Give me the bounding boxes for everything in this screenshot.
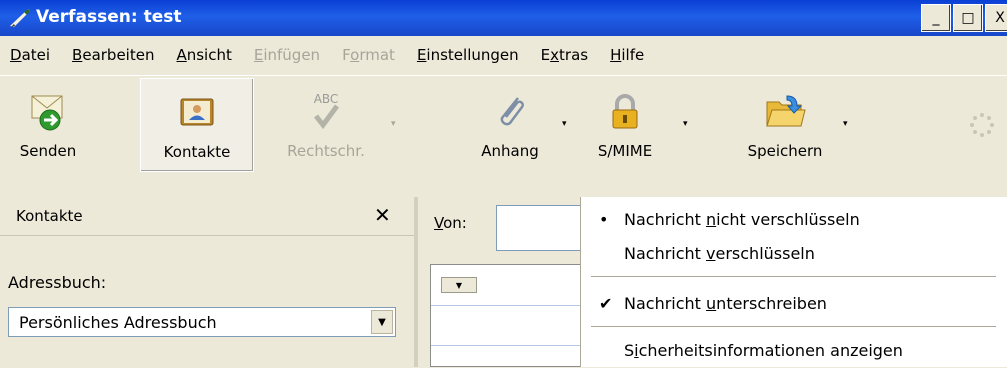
maximize-button[interactable]: □ xyxy=(953,4,983,32)
window-title: Verfassen: test xyxy=(36,7,182,27)
menu-extras[interactable]: Extras xyxy=(530,46,599,64)
title-bar: Verfassen: test _ □ X xyxy=(0,0,1007,36)
svg-text:ABC: ABC xyxy=(314,92,339,106)
menu-datei[interactable]: Datei xyxy=(0,46,61,64)
radio-bullet-icon: • xyxy=(599,210,609,229)
menu-item-label: Sicherheitsinformationen anzeigen xyxy=(624,341,903,360)
sidebar-header: Kontakte ✕ xyxy=(0,197,414,236)
recipient-row-divider xyxy=(431,345,581,346)
smime-button[interactable]: S/MIME xyxy=(578,78,672,170)
toolbar: Senden Kontakte ABC Rechtschr. ▾ Anhang … xyxy=(0,75,1007,196)
paperclip-icon xyxy=(500,97,524,126)
smime-label: S/MIME xyxy=(597,142,653,160)
addressbook-select[interactable]: Persönliches Adressbuch ▼ xyxy=(8,307,396,337)
menu-item-no-encrypt[interactable]: • Nachricht nicht verschlüsseln xyxy=(581,203,1007,237)
address-book-icon xyxy=(180,98,214,126)
menu-bar: Datei Bearbeiten Ansicht Einfügen Format… xyxy=(0,36,1007,74)
folder-icon xyxy=(766,95,806,127)
smime-dropdown-icon[interactable]: ▾ xyxy=(683,119,688,129)
minimize-button[interactable]: _ xyxy=(921,4,951,32)
menu-item-encrypt[interactable]: Nachricht verschlüsseln xyxy=(581,237,1007,271)
menu-ansicht[interactable]: Ansicht xyxy=(165,46,242,64)
addressbook-value: Persönliches Adressbuch xyxy=(19,313,217,332)
contacts-label: Kontakte xyxy=(163,143,231,161)
quill-icon xyxy=(10,9,30,27)
save-label: Speichern xyxy=(747,142,823,160)
chevron-down-icon[interactable]: ▼ xyxy=(371,310,393,334)
recipient-type-dropdown[interactable]: ▼ xyxy=(441,277,477,293)
menu-format[interactable]: Format xyxy=(331,46,406,64)
addressbook-label: Adressbuch: xyxy=(8,273,107,292)
recipient-row-divider xyxy=(431,305,581,306)
menu-hilfe[interactable]: Hilfe xyxy=(599,46,655,64)
checkmark-icon: ✔ xyxy=(599,294,613,313)
recipients-list[interactable]: ▼ xyxy=(430,264,581,367)
contacts-sidebar: Kontakte ✕ Adressbuch: Persönliches Adre… xyxy=(0,197,414,367)
spellcheck-label: Rechtschr. xyxy=(287,142,365,160)
attach-label: Anhang xyxy=(481,142,539,160)
spellcheck-icon: ABC xyxy=(314,92,340,130)
smime-menu: • Nachricht nicht verschlüsseln Nachrich… xyxy=(580,197,1007,367)
window-controls: _ □ X xyxy=(921,4,1007,32)
send-label: Senden xyxy=(19,142,77,160)
spellcheck-dropdown-icon[interactable]: ▾ xyxy=(391,119,396,129)
menu-item-label: Nachricht nicht verschlüsseln xyxy=(624,210,860,229)
send-button[interactable]: Senden xyxy=(2,78,94,170)
menu-item-label: Nachricht verschlüsseln xyxy=(624,244,815,263)
menu-einfuegen[interactable]: Einfügen xyxy=(243,46,331,64)
send-icon xyxy=(31,95,63,131)
spellcheck-button[interactable]: ABC Rechtschr. xyxy=(256,78,396,170)
menu-bearbeiten[interactable]: Bearbeiten xyxy=(61,46,165,64)
menu-separator xyxy=(591,276,996,277)
sidebar-splitter[interactable] xyxy=(414,197,418,367)
activity-spinner-icon xyxy=(970,113,994,137)
save-dropdown-icon[interactable]: ▾ xyxy=(843,119,848,129)
save-button[interactable]: Speichern xyxy=(720,78,850,170)
close-icon[interactable]: ✕ xyxy=(374,203,391,227)
sidebar-title: Kontakte xyxy=(16,207,83,225)
menu-separator xyxy=(591,326,996,327)
from-field[interactable] xyxy=(496,205,580,251)
menu-item-sign[interactable]: ✔ Nachricht unterschreiben xyxy=(581,287,1007,321)
padlock-icon xyxy=(612,94,638,129)
close-window-button[interactable]: X xyxy=(985,4,1007,32)
from-label: Von: xyxy=(434,214,467,232)
contacts-button[interactable]: Kontakte xyxy=(140,78,254,172)
menu-item-label: Nachricht unterschreiben xyxy=(624,294,827,313)
attach-button[interactable]: Anhang xyxy=(460,78,560,170)
attach-dropdown-icon[interactable]: ▾ xyxy=(562,119,567,129)
menu-einstellungen[interactable]: Einstellungen xyxy=(406,46,530,64)
menu-item-security-info[interactable]: Sicherheitsinformationen anzeigen xyxy=(581,334,1007,368)
